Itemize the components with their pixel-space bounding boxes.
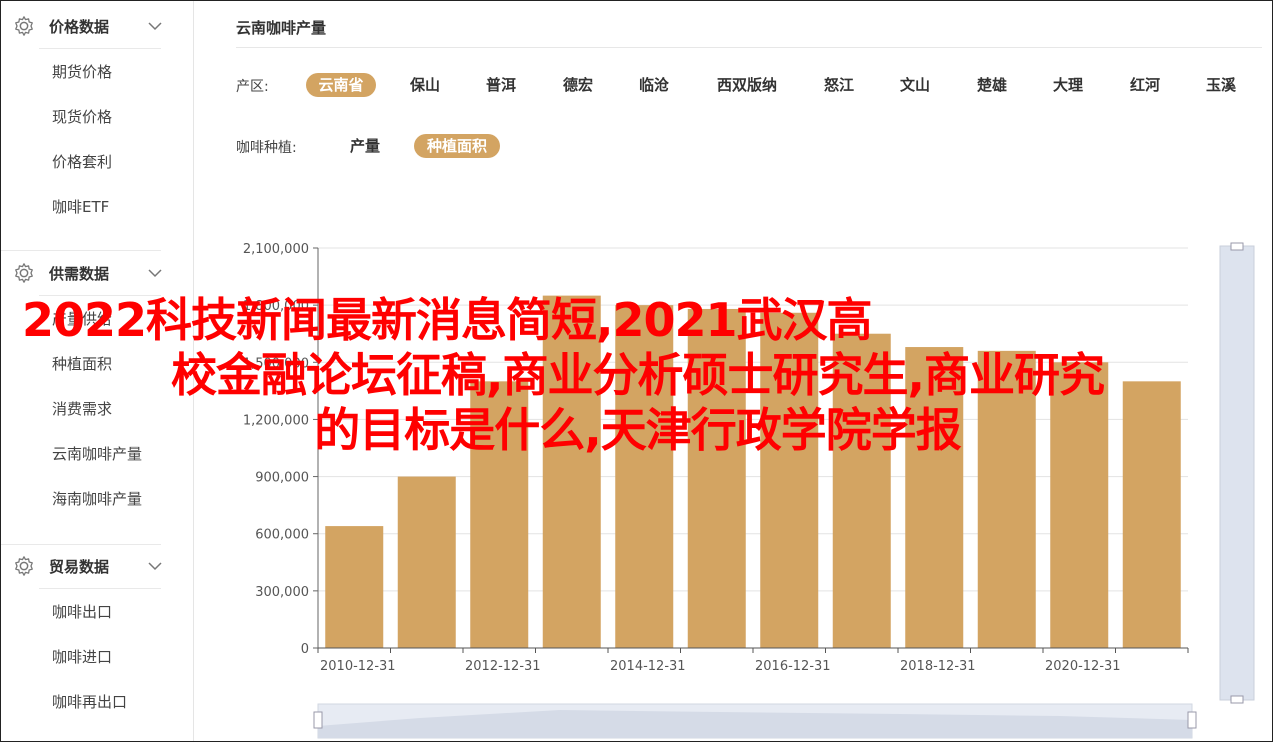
section-title: 供需数据 [49, 264, 110, 283]
y-tick-label: 1,800,000 [243, 299, 309, 314]
divider [39, 295, 161, 296]
section-title: 价格数据 [49, 17, 110, 36]
region-pill-nujiang[interactable]: 怒江 [810, 73, 868, 97]
divider [39, 588, 161, 589]
region-pill-yunnan[interactable]: 云南省 [306, 73, 376, 97]
x-tick-label: 2020-12-31 [1045, 659, 1121, 674]
sidebar-item-spot-price[interactable]: 现货价格 [52, 107, 112, 127]
region-filter-label: 产区: [236, 79, 269, 95]
section-header-supply-demand[interactable]: 供需数据 [13, 258, 163, 288]
x-tick-label: 2010-12-31 [320, 659, 396, 674]
region-pill-baoshan[interactable]: 保山 [396, 73, 454, 97]
y-tick-label: 2,100,000 [243, 242, 309, 257]
gear-icon [15, 556, 33, 576]
bar[interactable] [397, 476, 456, 648]
region-pill-xishuangbanna[interactable]: 西双版纳 [706, 73, 788, 97]
chart-bars [325, 295, 1181, 648]
bar[interactable] [832, 333, 891, 648]
region-pill-dehong[interactable]: 德宏 [549, 73, 607, 97]
divider [1, 544, 161, 545]
chevron-down-icon [148, 269, 162, 278]
y-tick-label: 300,000 [255, 585, 309, 600]
bar-chart: 0 300,000 600,000 900,000 1,200,000 1,500,000… [243, 242, 1255, 739]
bar[interactable] [1122, 381, 1181, 648]
page-title: 云南咖啡产量 [236, 19, 327, 37]
gear-icon [15, 263, 33, 283]
slider-handle-top[interactable] [1230, 242, 1244, 251]
y-tick-label: 900,000 [255, 471, 309, 486]
sidebar-item-coffee-export[interactable]: 咖啡出口 [52, 602, 112, 622]
region-pill-dali[interactable]: 大理 [1039, 73, 1097, 97]
x-tick-label: 2016-12-31 [755, 659, 831, 674]
region-pill-chuxiong[interactable]: 楚雄 [963, 73, 1021, 97]
bar[interactable] [1050, 362, 1109, 648]
region-pill-puer[interactable]: 普洱 [472, 73, 530, 97]
region-pill-yuxi[interactable]: 玉溪 [1192, 73, 1250, 97]
sidebar-item-coffee-import[interactable]: 咖啡进口 [52, 647, 112, 667]
section-header-price[interactable]: 价格数据 [13, 11, 163, 41]
bar[interactable] [905, 347, 964, 648]
slider-handle-left[interactable] [313, 711, 323, 729]
type-pill-planting-area[interactable]: 种植面积 [414, 134, 500, 158]
chevron-down-icon [148, 22, 162, 31]
bar[interactable] [542, 295, 601, 648]
y-tick-label: 0 [301, 642, 309, 657]
vertical-zoom-slider[interactable] [1219, 245, 1255, 701]
region-pill-wenshan[interactable]: 文山 [886, 73, 944, 97]
bar[interactable] [325, 526, 384, 648]
type-pill-output[interactable]: 产量 [336, 134, 394, 158]
divider [1, 250, 161, 251]
region-pill-honghe[interactable]: 红河 [1116, 73, 1174, 97]
divider [39, 48, 161, 49]
divider [236, 47, 1262, 48]
slider-handle-right[interactable] [1187, 711, 1197, 729]
slider-handle-bottom[interactable] [1230, 695, 1244, 704]
bar[interactable] [760, 312, 819, 648]
chevron-down-icon [148, 562, 162, 571]
type-filter-label: 咖啡种植: [236, 140, 297, 156]
y-tick-label: 600,000 [255, 528, 309, 543]
sidebar-item-coffee-etf[interactable]: 咖啡ETF [52, 197, 109, 217]
sidebar-item-yunnan-output[interactable]: 云南咖啡产量 [52, 444, 142, 464]
y-axis-labels: 0 300,000 600,000 900,000 1,200,000 1,500,000… [243, 242, 309, 657]
sidebar-item-production-supply[interactable]: 产量供给 [52, 309, 112, 329]
section-header-trade[interactable]: 贸易数据 [13, 551, 163, 581]
sidebar-item-hainan-output[interactable]: 海南咖啡产量 [52, 489, 142, 509]
y-tick-label: 1,200,000 [243, 413, 309, 428]
x-tick-label: 2018-12-31 [900, 659, 976, 674]
bar[interactable] [977, 350, 1036, 648]
y-tick-label: 1,500,000 [243, 356, 309, 371]
sidebar-item-coffee-reexport[interactable]: 咖啡再出口 [52, 692, 127, 712]
region-pill-lincang[interactable]: 临沧 [625, 73, 683, 97]
sidebar-item-consumption-demand[interactable]: 消费需求 [52, 399, 112, 419]
bar[interactable] [470, 381, 529, 648]
sidebar-item-planting-area[interactable]: 种植面积 [52, 354, 112, 374]
sidebar: 价格数据 期货价格 现货价格 价格套利 咖啡ETF 供需数据 产量供给 种植面积… [1, 1, 194, 741]
bar[interactable] [615, 305, 674, 648]
sidebar-item-futures-price[interactable]: 期货价格 [52, 62, 112, 82]
x-axis: 2010-12-31 2012-12-31 2014-12-31 2016-12-31… [317, 647, 1189, 674]
bar[interactable] [687, 308, 746, 648]
section-title: 贸易数据 [49, 557, 110, 576]
x-tick-label: 2012-12-31 [465, 659, 541, 674]
sidebar-item-price-arbitrage[interactable]: 价格套利 [52, 152, 112, 172]
x-tick-label: 2014-12-31 [610, 659, 686, 674]
gear-icon [15, 16, 33, 36]
